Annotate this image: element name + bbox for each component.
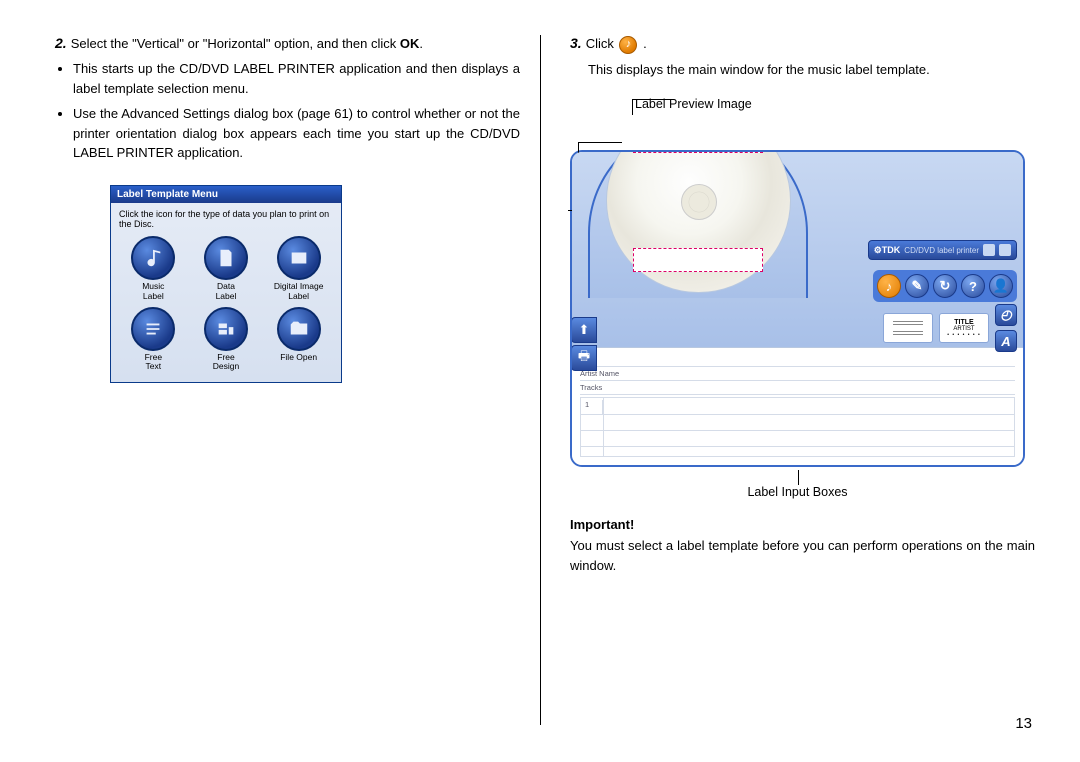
disc-title-field[interactable] (633, 150, 763, 153)
step-text: Click . (586, 35, 1035, 54)
print-button[interactable]: 🖶 (571, 345, 597, 371)
brand-logo: ⚙TDK (874, 245, 901, 256)
clock-button[interactable]: ◴ (995, 304, 1017, 326)
bullet-2: Use the Advanced Settings dialog box (pa… (73, 104, 520, 163)
tracks-grid[interactable]: 1 (580, 397, 1015, 457)
main-toolbar: ♪ ✎ ↻ ? 👤 (873, 270, 1017, 302)
design-icon (204, 307, 248, 351)
minimize-button[interactable] (983, 244, 995, 256)
folder-icon (277, 307, 321, 351)
step-text: Select the "Vertical" or "Horizontal" op… (71, 35, 520, 53)
close-button[interactable] (999, 244, 1011, 256)
icon-music-label[interactable]: MusicLabel (119, 236, 188, 301)
dialog-body: Click the icon for the type of data you … (111, 203, 341, 382)
help-tool-button[interactable]: ? (961, 274, 985, 298)
disc-artist-field[interactable] (633, 248, 763, 272)
icon-digital-image-label[interactable]: Digital ImageLabel (264, 236, 333, 301)
important-heading: Important! (570, 517, 1035, 532)
layout-preview-1[interactable] (883, 313, 933, 343)
bullet-1: This starts up the CD/DVD LABEL PRINTER … (73, 59, 520, 98)
app-frame: ⚙TDK CD/DVD label printer ♪ ✎ ↻ ? 👤 ⬆ 🖶 (570, 150, 1025, 467)
dialog-icon-grid: MusicLabel DataLabel Digital ImageLabel … (119, 236, 333, 371)
left-column: 2. Select the "Vertical" or "Horizontal"… (55, 35, 520, 383)
page-number: 13 (1015, 715, 1032, 732)
important-body: You must select a label template before … (570, 536, 1035, 575)
dialog-instruction: Click the icon for the type of data you … (119, 209, 333, 231)
refresh-tool-button[interactable]: ↻ (933, 274, 957, 298)
app-titlebar: ⚙TDK CD/DVD label printer (868, 240, 1017, 260)
label-template-dialog: Label Template Menu Click the icon for t… (110, 185, 342, 383)
step-3-desc: This displays the main window for the mu… (588, 60, 1035, 80)
disc-preview (606, 150, 791, 293)
layout-preview-2[interactable]: TITLE ARTIST • • • • • • • (939, 313, 989, 343)
app-top-area: ⚙TDK CD/DVD label printer ♪ ✎ ↻ ? 👤 ⬆ 🖶 (572, 152, 1023, 347)
image-icon (277, 236, 321, 280)
right-column: 3. Click . This displays the main window… (570, 35, 1035, 575)
callout-input-boxes: Label Input Boxes (570, 485, 1025, 499)
icon-file-open[interactable]: File Open (264, 307, 333, 372)
column-divider (540, 35, 541, 725)
side-buttons: ⬆ 🖶 (571, 317, 597, 371)
music-icon (131, 236, 175, 280)
user-tool-button[interactable]: 👤 (989, 274, 1013, 298)
music-label-icon (619, 36, 637, 54)
text-icon (131, 307, 175, 351)
step-2-bullets: This starts up the CD/DVD LABEL PRINTER … (73, 59, 520, 163)
callout-leader (632, 99, 672, 115)
icon-data-label[interactable]: DataLabel (192, 236, 261, 301)
step-2: 2. Select the "Vertical" or "Horizontal"… (55, 35, 520, 53)
app-window: ⚙TDK CD/DVD label printer ♪ ✎ ↻ ? 👤 ⬆ 🖶 (570, 115, 1025, 499)
edit-tool-button[interactable]: ✎ (905, 274, 929, 298)
tracks-field-label: Tracks (580, 381, 1015, 395)
layout-options: TITLE ARTIST • • • • • • • ◴ A (883, 304, 1017, 352)
disc-area (588, 150, 808, 298)
important-note: Important! You must select a label templ… (570, 517, 1035, 575)
track-row-number: 1 (585, 400, 603, 414)
artist-field-label[interactable]: Artist Name (580, 367, 1015, 381)
step-number: 3. (570, 35, 582, 51)
product-name: CD/DVD label printer (904, 246, 979, 255)
icon-free-design[interactable]: FreeDesign (192, 307, 261, 372)
step-3: 3. Click . (570, 35, 1035, 54)
label-input-area: Title Artist Name Tracks 1 (572, 347, 1023, 465)
icon-free-text[interactable]: FreeText (119, 307, 188, 372)
music-tool-button[interactable]: ♪ (877, 274, 901, 298)
title-field-label[interactable]: Title (580, 353, 1015, 367)
dialog-titlebar: Label Template Menu (111, 186, 341, 203)
text-style-button[interactable]: A (995, 330, 1017, 352)
export-button[interactable]: ⬆ (571, 317, 597, 343)
step-number: 2. (55, 35, 67, 51)
data-icon (204, 236, 248, 280)
callout-preview-image: Label Preview Image (635, 97, 1035, 111)
